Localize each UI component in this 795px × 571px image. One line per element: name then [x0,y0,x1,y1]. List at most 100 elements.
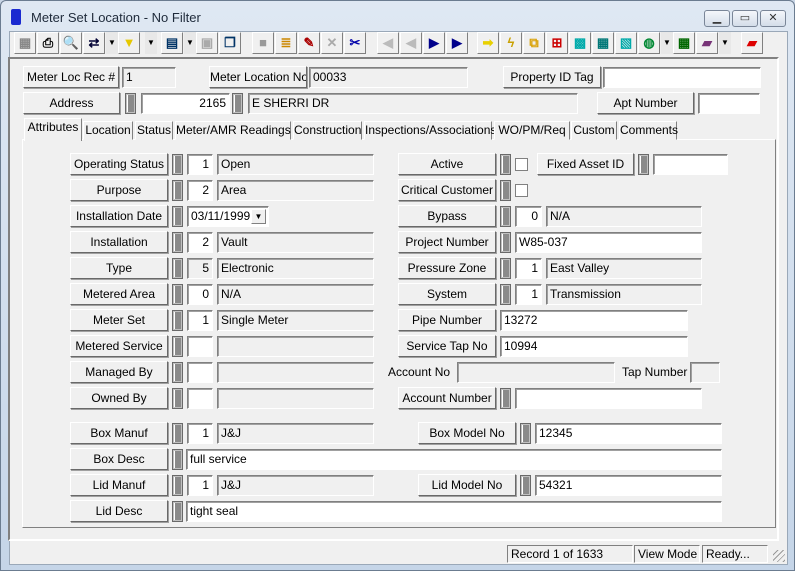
box-model-no-handle[interactable] [520,423,531,444]
exit-icon[interactable]: ▰ [741,32,763,54]
fixed-asset-id-handle[interactable] [638,154,649,175]
fixed-asset-id-button[interactable]: Fixed Asset ID [537,153,634,175]
bypass-code-input[interactable]: 0 [515,206,542,227]
system-code-input[interactable]: 1 [515,284,542,305]
calendar-dropdown-icon[interactable]: ▼ [251,209,266,224]
next-record-icon[interactable]: ▶ [423,32,445,54]
map-icon[interactable]: ▧ [615,32,637,54]
metered-service-code-input[interactable] [187,336,213,357]
lid-manuf-handle[interactable] [172,475,183,496]
box-manuf-code-input[interactable]: 1 [187,423,213,444]
type-handle[interactable] [172,258,183,279]
project-number-button[interactable]: Project Number [398,231,496,253]
tab-inspections-associations[interactable]: Inspections/Associations [364,121,496,140]
stack-icon[interactable]: ≣ [275,32,297,54]
box-manuf-button[interactable]: Box Manuf [70,422,168,444]
service-tap-no-input[interactable]: 10994 [500,336,688,357]
lightning-icon[interactable]: ϟ [500,32,522,54]
owned-by-handle[interactable] [172,388,183,409]
bypass-button[interactable]: Bypass [398,205,496,227]
spreadsheet-icon[interactable]: ▦ [673,32,695,54]
installation-button[interactable]: Installation [70,231,168,253]
print-icon[interactable]: ⎙ [37,32,59,54]
close-button[interactable]: ✕ [760,10,786,27]
purpose-button[interactable]: Purpose [70,179,168,201]
meter-set-handle[interactable] [172,310,183,331]
system-handle[interactable] [500,284,511,305]
tab-meter-amr-readings[interactable]: Meter/AMR Readings [175,121,291,140]
lid-desc-handle[interactable] [172,501,183,522]
previous-record-icon[interactable]: ◀ [400,32,422,54]
purpose-code-input[interactable]: 2 [187,180,213,201]
lid-model-no-button[interactable]: Lid Model No [418,474,516,496]
box-model-no-input[interactable]: 12345 [535,423,722,444]
active-checkbox[interactable] [515,158,528,171]
tab-location[interactable]: Location [83,121,133,140]
equipment-icon[interactable]: ▩ [569,32,591,54]
pressure-zone-button[interactable]: Pressure Zone [398,257,496,279]
lid-manuf-code-input[interactable]: 1 [187,475,213,496]
critical-customer-checkbox[interactable] [515,184,528,197]
critical-customer-button[interactable]: Critical Customer [398,179,496,201]
box-desc-input[interactable]: full service [186,449,722,470]
tab-comments[interactable]: Comments [619,121,678,140]
grid-icon[interactable]: ▦ [14,32,36,54]
properties-icon[interactable]: ▣ [196,32,218,54]
goto-arrow-icon[interactable]: ➡ [477,32,499,54]
query-icon[interactable]: ⇄ [83,32,105,54]
maximize-button[interactable]: ▭ [732,10,758,27]
pressure-zone-code-input[interactable]: 1 [515,258,542,279]
cut-icon[interactable]: ✂ [344,32,366,54]
address-number-input[interactable]: 2165 [141,93,230,114]
apt-number-input[interactable] [698,93,760,114]
installation-handle[interactable] [172,232,183,253]
apt-number-button[interactable]: Apt Number [597,92,694,114]
account-number-button[interactable]: Account Number [398,387,496,409]
installation-code-input[interactable]: 2 [187,232,213,253]
last-record-icon[interactable]: ▶ [446,32,468,54]
meter-set-button[interactable]: Meter Set [70,309,168,331]
tab-status[interactable]: Status [135,121,173,140]
tab-wo-pm-req[interactable]: WO/PM/Req [494,121,570,140]
filter-icon[interactable]: ▼ [118,32,140,54]
box-manuf-handle[interactable] [172,423,183,444]
pressure_zone-handle[interactable] [500,258,511,279]
copy-icon[interactable]: ❐ [219,32,241,54]
query-dropdown-button[interactable]: ▼ [106,32,118,54]
operating-status-handle[interactable] [172,154,183,175]
hierarchy-icon[interactable]: ⧉ [523,32,545,54]
metered-service-button[interactable]: Metered Service [70,335,168,357]
edit-pencil-icon[interactable]: ✎ [298,32,320,54]
owned-by-button[interactable]: Owned By [70,387,168,409]
tab-construction[interactable]: Construction [293,121,362,140]
box-desc-button[interactable]: Box Desc [70,448,168,470]
address-street-handle[interactable] [232,93,243,114]
pipe-number-button[interactable]: Pipe Number [398,309,496,331]
book-dropdown-button[interactable]: ▼ [719,32,731,54]
system-button[interactable]: System [398,283,496,305]
box-desc-handle[interactable] [172,449,183,470]
resize-grip-icon[interactable] [773,550,785,562]
address-button[interactable]: Address [23,92,120,114]
property-id-tag-button[interactable]: Property ID Tag [503,66,601,88]
globe-search-icon[interactable]: ◍ [638,32,660,54]
preview-icon[interactable]: 🔍 [60,32,82,54]
metered-service-handle[interactable] [172,336,183,357]
tab-attributes[interactable]: Attributes [24,118,82,141]
globe-search-dropdown-button[interactable]: ▼ [661,32,673,54]
purpose-handle[interactable] [172,180,183,201]
meter-loc-rec-button[interactable]: Meter Loc Rec # [23,66,119,88]
active-handle[interactable] [500,154,511,175]
active-button[interactable]: Active [398,153,496,175]
lid-desc-button[interactable]: Lid Desc [70,500,168,522]
meter-set-code-input[interactable]: 1 [187,310,213,331]
account-number-handle[interactable] [500,388,511,409]
relationship-icon[interactable]: ⊞ [546,32,568,54]
report-dropdown-button[interactable]: ▼ [184,32,196,54]
address-number-handle[interactable] [125,93,136,114]
book-icon[interactable]: ▰ [696,32,718,54]
account-number-input[interactable] [515,388,702,409]
meter-location-no-button[interactable]: Meter Location No [209,66,307,88]
save-icon[interactable]: ■ [252,32,274,54]
critical-customer-handle[interactable] [500,180,511,201]
